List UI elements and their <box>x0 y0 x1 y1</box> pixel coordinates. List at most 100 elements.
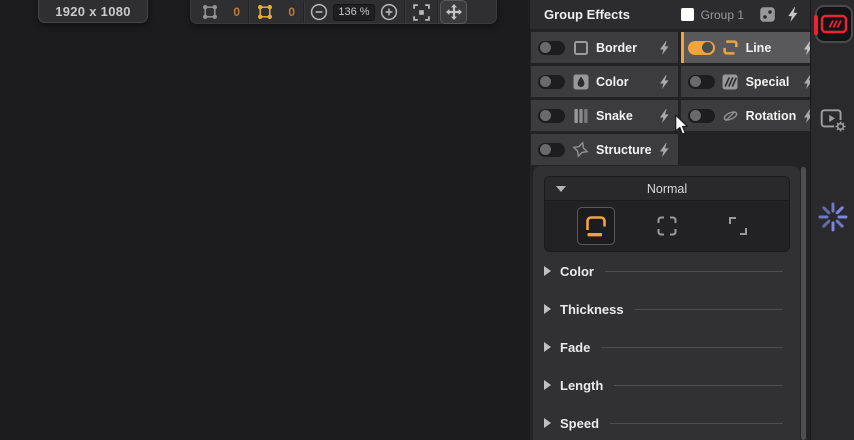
transform-gray-control[interactable]: 0 <box>196 0 246 24</box>
effect-cell-rotation[interactable]: Rotation <box>681 100 823 131</box>
loading-spinner-icon <box>817 201 849 233</box>
color-droplet-icon <box>572 74 589 90</box>
effect-label: Line <box>746 41 772 55</box>
mode-dropdown-value: Normal <box>647 182 687 196</box>
randomize-dice-icon[interactable] <box>759 6 776 23</box>
section-speed[interactable]: Speed <box>533 404 800 440</box>
snake-bars-icon <box>572 108 589 124</box>
border-icon <box>572 40 589 56</box>
section-length[interactable]: Length <box>533 366 800 404</box>
panel-scrollbar[interactable] <box>800 166 807 440</box>
toolbar-separator <box>303 1 304 23</box>
transform-yellow-value[interactable]: 0 <box>273 5 295 19</box>
line-icon <box>722 39 739 56</box>
section-color[interactable]: Color <box>533 252 800 290</box>
toolbar-separator <box>248 1 249 23</box>
active-indicator-bar <box>814 15 818 35</box>
transform-yellow-control[interactable]: 0 <box>251 0 301 24</box>
lightning-icon[interactable] <box>659 143 669 157</box>
chevron-down-icon <box>556 186 566 192</box>
mode-options <box>544 201 790 252</box>
chevron-right-icon <box>544 342 551 352</box>
preview-settings-button[interactable] <box>819 106 847 134</box>
group-color-swatch[interactable] <box>681 8 694 21</box>
effect-cell-color[interactable]: Color <box>531 66 678 97</box>
special-hatch-icon <box>722 74 739 90</box>
section-label: Color <box>560 264 594 279</box>
screen-effect-button[interactable] <box>815 5 853 43</box>
lightning-icon[interactable] <box>659 41 669 55</box>
section-rule <box>610 423 783 424</box>
chevron-right-icon <box>544 304 551 314</box>
lightning-icon[interactable] <box>659 109 669 123</box>
solid-line-corner-icon <box>584 214 608 238</box>
chevron-right-icon <box>544 380 551 390</box>
section-label: Fade <box>560 340 590 355</box>
transform-frame-gray-icon <box>202 4 218 20</box>
effect-cell-snake[interactable]: Snake <box>531 100 678 131</box>
section-rule <box>605 271 783 272</box>
group-effects-panel: Group Effects Group 1 <box>530 0 810 440</box>
structure-pinwheel-icon <box>572 141 589 158</box>
effect-label: Snake <box>596 109 633 123</box>
mode-option-solid-line[interactable] <box>577 207 615 245</box>
chevron-right-icon <box>544 266 551 276</box>
effect-label: Special <box>746 75 790 89</box>
rotation-orbit-icon <box>722 107 739 125</box>
section-label: Thickness <box>560 302 624 317</box>
zoom-out-icon[interactable] <box>310 3 328 21</box>
line-toggle[interactable] <box>688 41 715 55</box>
side-strip <box>810 0 854 440</box>
group-name-label[interactable]: Group 1 <box>701 8 744 22</box>
fit-to-screen-button[interactable] <box>407 0 435 24</box>
apply-effect-lightning-icon[interactable] <box>787 7 798 22</box>
structure-toggle[interactable] <box>538 143 565 157</box>
pan-tool-button[interactable] <box>440 0 467 24</box>
snake-toggle[interactable] <box>538 109 565 123</box>
border-toggle[interactable] <box>538 41 565 55</box>
effect-label: Color <box>596 75 629 89</box>
section-label: Speed <box>560 416 599 431</box>
mode-option-dashed-corners[interactable] <box>648 207 686 245</box>
section-label: Length <box>560 378 603 393</box>
section-fade[interactable]: Fade <box>533 328 800 366</box>
zoom-level-value[interactable]: 136 % <box>333 4 375 21</box>
effect-cell-special[interactable]: Special <box>681 66 823 97</box>
pan-arrows-icon <box>445 3 463 21</box>
zoom-in-icon[interactable] <box>380 3 398 21</box>
toolbar-separator <box>437 1 438 23</box>
effect-cell-structure[interactable]: Structure <box>531 134 678 165</box>
panel-header: Group Effects Group 1 <box>530 0 810 29</box>
transform-frame-yellow-icon <box>257 4 273 20</box>
effects-grid: Border Line <box>531 32 809 165</box>
effect-cell-line[interactable]: Line <box>681 32 823 63</box>
panel-title: Group Effects <box>544 7 630 22</box>
scrollbar-thumb[interactable] <box>801 167 806 440</box>
transform-gray-value[interactable]: 0 <box>218 5 240 19</box>
section-rule <box>601 347 783 348</box>
resolution-button[interactable]: 1920 x 1080 <box>38 0 148 23</box>
section-thickness[interactable]: Thickness <box>533 290 800 328</box>
mouse-cursor <box>674 114 689 136</box>
toolbar-separator <box>404 1 405 23</box>
screen-hatch-icon <box>820 13 848 35</box>
lightning-icon[interactable] <box>659 75 669 89</box>
setting-sections: Color Thickness Fade Length Speed <box>533 252 800 440</box>
canvas-toolbar: 0 0 136 % <box>190 0 497 24</box>
special-toggle[interactable] <box>688 75 715 89</box>
dashed-corners-icon <box>655 214 679 238</box>
section-rule <box>635 309 783 310</box>
mode-dropdown[interactable]: Normal <box>544 176 790 252</box>
color-toggle[interactable] <box>538 75 565 89</box>
section-rule <box>614 385 783 386</box>
play-gear-icon <box>819 106 847 134</box>
effect-label: Structure <box>596 143 652 157</box>
fit-to-screen-icon <box>412 3 431 22</box>
mode-dropdown-header[interactable]: Normal <box>544 176 790 201</box>
effect-settings-card: Normal <box>533 166 800 440</box>
effect-cell-border[interactable]: Border <box>531 32 678 63</box>
corner-brackets-icon <box>726 214 750 238</box>
mode-option-brackets[interactable] <box>719 207 757 245</box>
chevron-right-icon <box>544 418 551 428</box>
rotation-toggle[interactable] <box>688 109 715 123</box>
